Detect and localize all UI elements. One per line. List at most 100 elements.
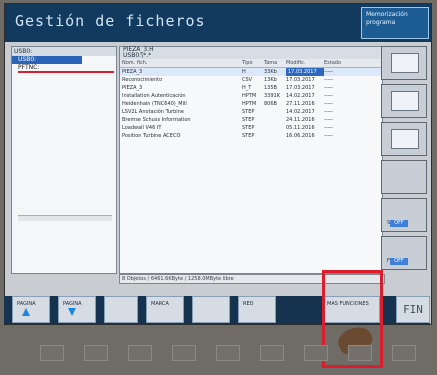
table-row[interactable]: PIEZA_3 H_T 135B 17.03.2017 ----- — [120, 84, 382, 92]
softkey-network[interactable]: RED — [238, 296, 276, 323]
tree-item-usb0[interactable]: USB0: — [12, 56, 82, 64]
softkey-fin[interactable]: FIN — [396, 296, 430, 323]
file-size — [264, 108, 286, 116]
file-name: PIEZA_3 — [122, 85, 143, 91]
softkey-blank-2[interactable] — [192, 296, 230, 323]
sidebar-f-button[interactable]: F OFF — [381, 236, 427, 270]
file-type: STEP — [242, 117, 255, 123]
table-row[interactable]: Loadwall V46 IT STEP 05.11.2016 ----- — [120, 124, 382, 132]
hardware-key[interactable] — [40, 345, 64, 361]
sidebar-compare-button[interactable] — [381, 122, 427, 156]
table-row[interactable]: Bremse Schuss Information STEP 24.11.2016 -… — [120, 116, 382, 124]
column-headers: Nom. fich. Tipo Tama Modific. Estado — [120, 59, 382, 68]
file-size: 3391K — [264, 93, 281, 99]
file-name: Loadwall V46 IT — [122, 125, 162, 131]
column-size: Tama — [264, 60, 278, 66]
hardware-key[interactable] — [84, 345, 108, 361]
mode-indicator: Memorización programa — [361, 7, 429, 39]
file-type: STEP — [242, 125, 255, 131]
file-date: 17.03.2017 — [286, 85, 315, 91]
file-type: HPTM — [242, 101, 257, 107]
file-type: H_T — [242, 85, 252, 91]
path-header: PIEZA_3.H USB0:\*.* — [120, 47, 382, 59]
file-date: 05.11.2016 — [286, 125, 315, 131]
file-size — [264, 124, 286, 132]
file-type: H — [242, 69, 246, 75]
vertical-softkeys: Sim OFF F OFF — [381, 46, 427, 284]
file-name: Position Turbine ACECO — [122, 133, 181, 139]
hardware-key[interactable] — [216, 345, 240, 361]
softkey-page-up[interactable]: PAGINA — [12, 296, 50, 323]
file-status: ----- — [324, 125, 334, 131]
file-name: Installation Autenticación — [122, 93, 186, 99]
hardware-key[interactable] — [128, 345, 152, 361]
horizontal-scrollbar[interactable] — [18, 215, 112, 221]
title-bar: Gestión de ficheros Memorización program… — [5, 4, 431, 42]
softkey-blank-1[interactable] — [104, 296, 138, 323]
column-name: Nom. fich. — [122, 60, 148, 66]
folder-icon — [391, 91, 419, 111]
down-arrow-icon — [68, 308, 76, 316]
file-status: ----- — [324, 77, 334, 83]
file-type: STEP — [242, 109, 255, 115]
softkey-page-up-label: PAGINA — [17, 301, 36, 307]
file-status: ----- — [324, 133, 334, 139]
table-row[interactable]: Position Turbine ACECO STEP 16.06.2016 ----… — [120, 132, 382, 140]
file-name: Bremse Schuss Information — [122, 117, 191, 123]
file-size — [264, 116, 286, 124]
file-date: 27.11.2016 — [286, 101, 315, 107]
hardware-key[interactable] — [392, 345, 416, 361]
file-size: 33Kb — [264, 69, 277, 75]
file-date: 14.02.2017 — [286, 109, 315, 115]
table-row[interactable]: Installation Autenticación HPTM 3391K 14.02… — [120, 92, 382, 100]
file-status: ----- — [324, 117, 334, 123]
sidebar-file-button[interactable] — [381, 46, 427, 80]
sidebar-empty-button[interactable] — [381, 160, 427, 194]
file-icon — [391, 53, 419, 73]
softkey-mark[interactable]: MARCA — [146, 296, 184, 323]
file-status: ----- — [324, 109, 334, 115]
compare-icon — [391, 129, 419, 149]
selection-underline — [18, 71, 114, 73]
file-date: 24.11.2016 — [286, 117, 315, 123]
hardware-key[interactable] — [260, 345, 284, 361]
hardware-key[interactable] — [172, 345, 196, 361]
window-title: Gestión de ficheros — [15, 12, 206, 30]
table-row[interactable]: PIEZA_3 H 33Kb 17.03.2017 ----- — [120, 68, 382, 76]
file-name: LSV2L Anotación Turbine — [122, 109, 184, 115]
file-status: ----- — [324, 69, 334, 75]
hardware-key[interactable] — [304, 345, 328, 361]
hardware-keys — [40, 345, 420, 363]
directory-tree[interactable]: USB0: USB0: PFTNC: — [11, 46, 117, 274]
file-status: ----- — [324, 93, 334, 99]
softkey-network-label: RED — [243, 301, 254, 307]
column-type: Tipo — [242, 60, 253, 66]
file-size: 13Kb — [264, 77, 277, 83]
file-list-panel[interactable]: PIEZA_3.H USB0:\*.* Nom. fich. Tipo Tama… — [119, 46, 383, 274]
file-size: 135B — [264, 85, 277, 91]
file-type: CSV — [242, 77, 253, 83]
softkey-mark-label: MARCA — [151, 301, 169, 307]
table-row[interactable]: Reconocimiento CSV 13Kb 17.03.2017 ----- — [120, 76, 382, 84]
file-name: PIEZA_3 — [122, 69, 143, 75]
sidebar-sim-button[interactable]: Sim OFF — [381, 198, 427, 232]
table-row[interactable]: LSV2L Anotación Turbine STEP 14.02.2017 ---… — [120, 108, 382, 116]
column-status: Estado — [324, 60, 342, 66]
file-size: 806B — [264, 101, 277, 107]
softkey-page-down[interactable]: PAGINA — [58, 296, 96, 323]
file-date: 14.02.2017 — [286, 93, 315, 99]
sidebar-folder-button[interactable] — [381, 84, 427, 118]
softkey-page-down-label: PAGINA — [63, 301, 82, 307]
hardware-key[interactable] — [348, 345, 372, 361]
up-arrow-icon — [22, 308, 30, 316]
file-type: STEP — [242, 133, 255, 139]
tree-header: USB0: — [12, 47, 116, 56]
sim-badge: OFF — [390, 220, 408, 227]
table-row[interactable]: Heidenhain (TNC640)_Mill HPTM 806B 27.11.20… — [120, 100, 382, 108]
column-modified: Modific. — [286, 60, 306, 66]
file-date: 16.06.2016 — [286, 133, 315, 139]
f-badge: OFF — [390, 258, 408, 265]
file-status: ----- — [324, 101, 334, 107]
file-name: Heidenhain (TNC640)_Mill — [122, 101, 187, 107]
file-status: ----- — [324, 85, 334, 91]
